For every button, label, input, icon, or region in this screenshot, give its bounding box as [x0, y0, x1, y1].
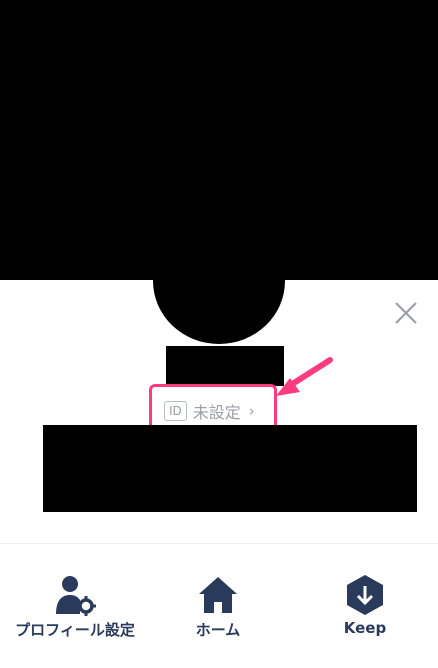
tab-keep[interactable]: Keep: [325, 574, 405, 637]
tab-label: Keep: [343, 619, 387, 637]
tab-profile-settings[interactable]: プロフィール設定: [6, 574, 144, 640]
status-message-redacted: [43, 425, 417, 512]
profile-name-redacted: [166, 346, 284, 386]
profile-settings-icon: [56, 576, 96, 616]
home-icon: [199, 577, 237, 613]
tab-label: ホーム: [195, 621, 241, 639]
annotation-arrow: [276, 357, 333, 396]
tab-home[interactable]: ホーム: [178, 574, 258, 640]
tab-label: プロフィール設定: [15, 621, 135, 639]
close-button[interactable]: [390, 297, 422, 329]
avatar[interactable]: [153, 218, 285, 344]
keep-download-icon: [347, 575, 383, 615]
close-icon: [395, 302, 417, 324]
